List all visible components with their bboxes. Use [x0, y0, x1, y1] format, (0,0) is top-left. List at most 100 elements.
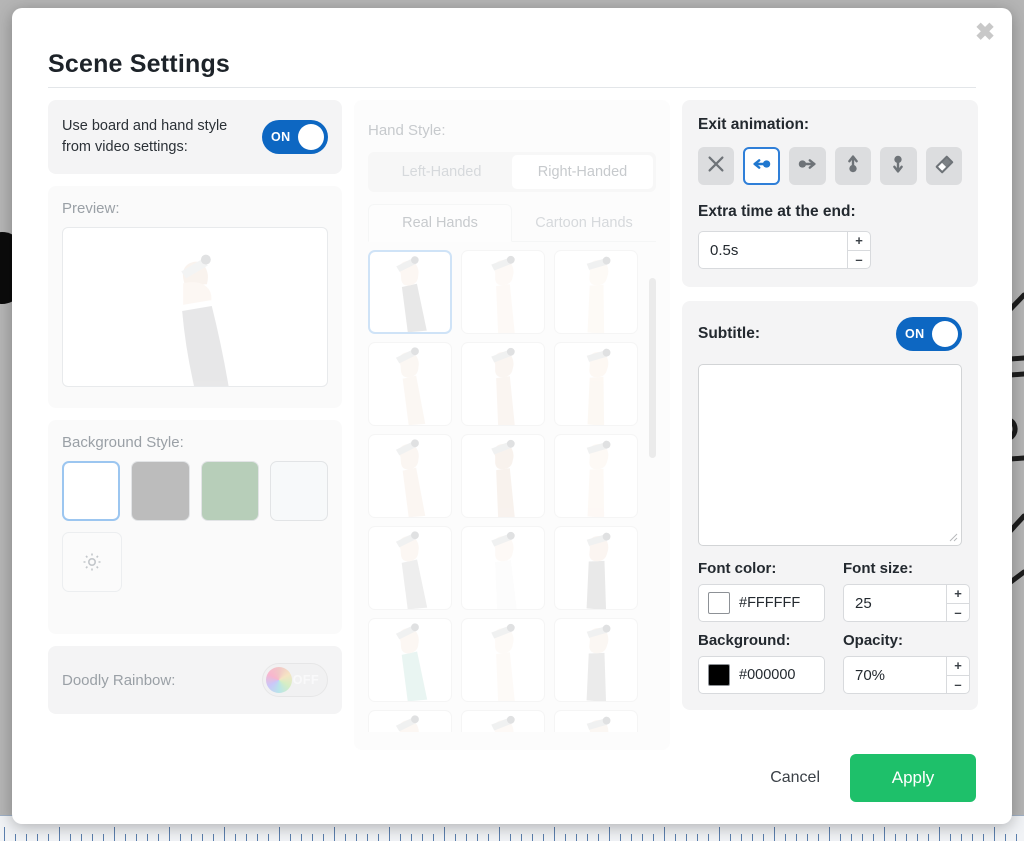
exit-animation-none-button[interactable] — [698, 147, 735, 185]
tab-cartoon-hands[interactable]: Cartoon Hands — [512, 204, 656, 241]
cancel-button[interactable]: Cancel — [766, 761, 824, 795]
extra-time-input[interactable]: 0.5s — [698, 231, 847, 269]
ruler-tick — [147, 834, 148, 841]
ruler-tick — [565, 834, 566, 841]
opacity-spin-buttons: + – — [946, 656, 970, 694]
color-wheel-icon — [266, 667, 292, 693]
ruler-tick — [323, 834, 324, 841]
ruler-tick — [422, 834, 423, 841]
exit-animation-card: Exit animation: Extra time at the end: 0… — [682, 100, 978, 287]
background-style-label: Background Style: — [62, 434, 184, 451]
font-size-input[interactable]: 25 — [843, 584, 946, 622]
extra-time-label: Extra time at the end: — [698, 203, 856, 220]
hand-grid-scroll-area[interactable] — [368, 250, 656, 732]
font-size-stepper: 25 + – — [843, 584, 970, 622]
background-swatch-white[interactable] — [62, 461, 121, 521]
exit-animation-erase-button[interactable] — [925, 147, 962, 185]
hand-thumbnail[interactable] — [368, 342, 452, 426]
extra-time-decrement-button[interactable]: – — [848, 251, 870, 269]
ruler-tick — [279, 827, 280, 841]
exit-animation-slide-left-button[interactable] — [743, 147, 781, 185]
opacity-decrement-button[interactable]: – — [947, 676, 969, 694]
font-color-picker[interactable]: #FFFFFF — [698, 584, 825, 622]
hand-thumbnail[interactable] — [461, 526, 545, 610]
hand-thumbnail[interactable] — [368, 250, 452, 334]
ruler-tick — [730, 834, 731, 841]
ruler-tick — [664, 827, 665, 841]
use-video-style-toggle[interactable]: ON — [262, 120, 328, 154]
ruler-tick — [939, 827, 940, 841]
hand-thumbnail[interactable] — [554, 710, 638, 732]
ruler-tick — [785, 834, 786, 841]
ruler-tick — [917, 834, 918, 841]
subtitle-text-input[interactable] — [698, 364, 962, 546]
hand-thumbnail[interactable] — [368, 434, 452, 518]
hand-thumbnail[interactable] — [461, 342, 545, 426]
hand-thumbnail[interactable] — [368, 710, 452, 732]
hand-image — [586, 256, 611, 333]
hand-thumbnail[interactable] — [554, 434, 638, 518]
subtitle-card: Subtitle: ON Font color: #FFFFFF Font si… — [682, 301, 978, 710]
font-size-decrement-button[interactable]: – — [947, 604, 969, 622]
hand-grid-scrollbar[interactable] — [649, 278, 656, 738]
background-swatch-off-white[interactable] — [269, 461, 328, 521]
background-swatch-sage-green[interactable] — [200, 461, 259, 521]
arrow-right-ball-icon — [796, 153, 818, 180]
exit-animation-slide-right-button[interactable] — [789, 147, 826, 185]
ruler-tick — [455, 834, 456, 841]
doodly-rainbow-card: Doodly Rainbow: OFF — [48, 646, 342, 714]
hand-thumbnail[interactable] — [554, 342, 638, 426]
ruler-tick — [499, 827, 500, 841]
hand-thumbnail[interactable] — [461, 250, 545, 334]
hand-thumbnail[interactable] — [368, 618, 452, 702]
hand-thumbnail[interactable] — [461, 618, 545, 702]
close-icon[interactable]: ✖ — [972, 20, 998, 46]
ruler-tick — [675, 834, 676, 841]
ruler-tick — [180, 834, 181, 841]
tab-real-hands[interactable]: Real Hands — [368, 204, 512, 242]
hand-image — [396, 256, 427, 332]
opacity-increment-button[interactable]: + — [947, 657, 969, 676]
resize-handle-icon[interactable] — [947, 531, 958, 542]
hand-thumbnail[interactable] — [368, 526, 452, 610]
hand-thumbnail[interactable] — [554, 618, 638, 702]
ruler-tick — [389, 827, 390, 841]
hand-thumbnail[interactable] — [554, 526, 638, 610]
hand-thumbnail[interactable] — [554, 250, 638, 334]
exit-animation-slide-down-button[interactable] — [880, 147, 917, 185]
background-swatch-grey[interactable] — [131, 461, 190, 521]
ruler-tick — [4, 827, 5, 841]
use-video-style-toggle-state: ON — [271, 130, 291, 144]
ruler-tick — [719, 827, 720, 841]
ruler-tick — [466, 834, 467, 841]
ruler-tick — [257, 834, 258, 841]
handedness-option-left[interactable]: Left-Handed — [371, 155, 512, 189]
font-size-increment-button[interactable]: + — [947, 585, 969, 604]
ruler-tick — [125, 834, 126, 841]
ruler-tick — [587, 834, 588, 841]
hand-style-label: Hand Style: — [368, 122, 446, 139]
ruler-tick — [37, 834, 38, 841]
background-color-value: #000000 — [739, 667, 796, 683]
ruler-tick — [103, 834, 104, 841]
ruler-tick — [873, 834, 874, 841]
background-color-picker[interactable]: #000000 — [698, 656, 825, 694]
extra-time-increment-button[interactable]: + — [848, 232, 870, 251]
hand-image — [586, 532, 611, 609]
apply-button[interactable]: Apply — [850, 754, 976, 802]
middle-column: Hand Style: Left-Handed Right-Handed Real… — [354, 100, 670, 750]
handedness-option-right[interactable]: Right-Handed — [512, 155, 653, 189]
subtitle-toggle[interactable]: ON — [896, 317, 962, 351]
hand-thumbnail[interactable] — [461, 434, 545, 518]
hand-thumbnail[interactable] — [461, 710, 545, 732]
doodly-rainbow-toggle[interactable]: OFF — [262, 663, 328, 697]
ruler-tick — [136, 834, 137, 841]
hand-image — [586, 716, 611, 732]
exit-animation-slide-up-button[interactable] — [834, 147, 872, 185]
opacity-input[interactable]: 70% — [843, 656, 946, 694]
scrollbar-thumb[interactable] — [649, 278, 656, 458]
font-size-label: Font size: — [843, 560, 913, 577]
ruler-tick — [411, 834, 412, 841]
ruler-tick — [268, 834, 269, 841]
background-custom-button[interactable] — [62, 532, 122, 592]
